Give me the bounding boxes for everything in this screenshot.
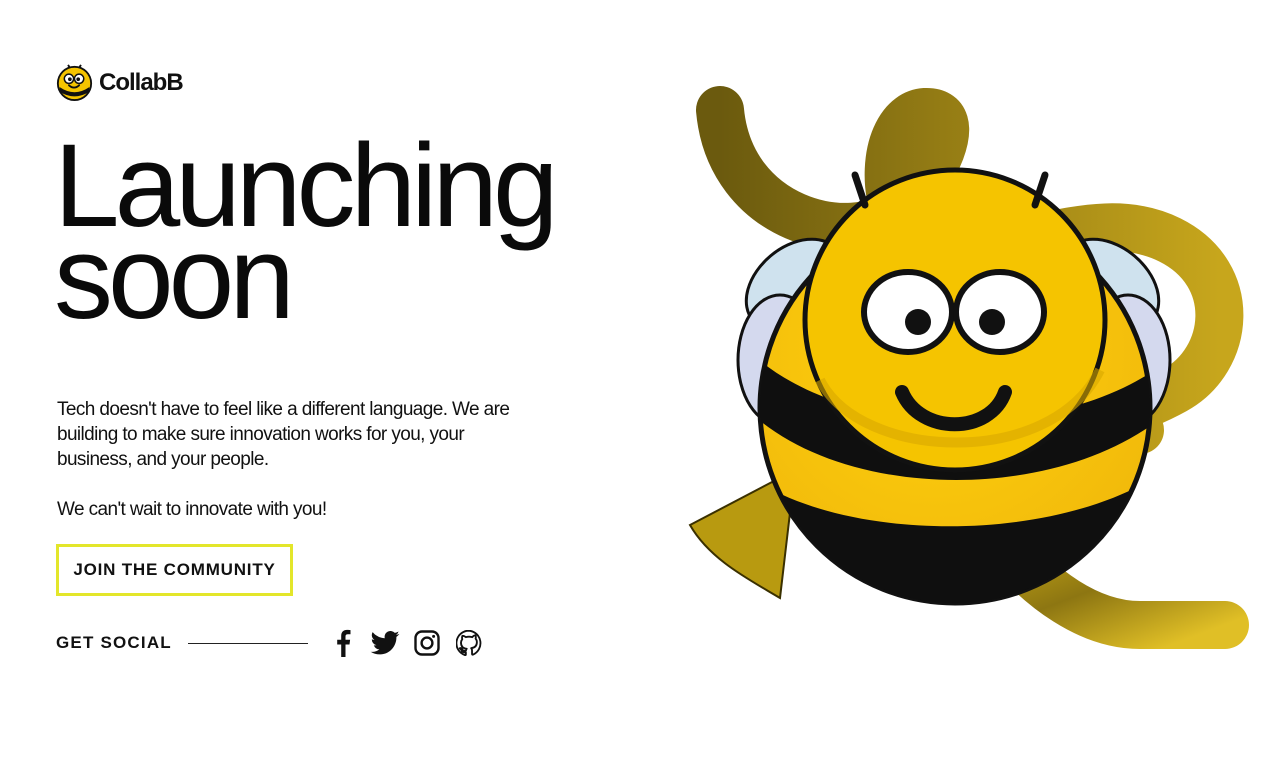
closing-paragraph: We can't wait to innovate with you! (57, 499, 327, 520)
github-icon[interactable] (454, 628, 484, 658)
twitter-icon[interactable] (370, 628, 400, 658)
brand-logo[interactable]: CollabB (56, 64, 184, 101)
bee-illustration (688, 86, 1249, 649)
instagram-icon[interactable] (412, 628, 442, 658)
join-community-button[interactable]: JOIN THE COMMUNITY (56, 544, 293, 596)
landing-page: CollabB Launching soon Tech doesn't have… (0, 0, 1278, 768)
social-divider (187, 642, 308, 644)
bee-face-icon (56, 64, 93, 101)
social-links: GET SOCIAL (56, 628, 496, 658)
brand-name: CollabB (99, 68, 184, 96)
intro-paragraph: Tech doesn't have to feel like a differe… (57, 399, 510, 470)
social-label: GET SOCIAL (56, 633, 172, 652)
intro-copy: Tech doesn't have to feel like a differe… (57, 397, 517, 522)
facebook-icon[interactable] (328, 628, 358, 658)
page-title: Launching soon (54, 127, 559, 337)
